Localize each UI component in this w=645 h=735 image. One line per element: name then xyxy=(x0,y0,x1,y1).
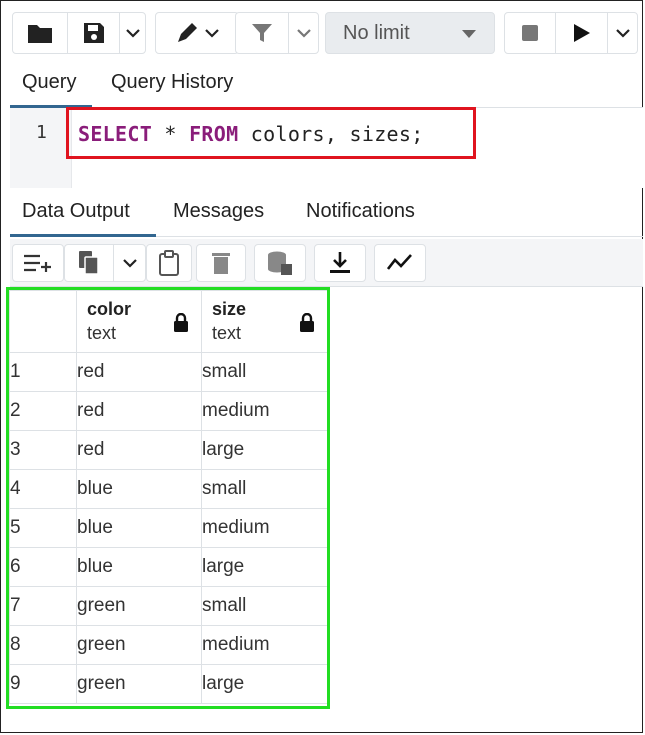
play-icon xyxy=(573,24,590,42)
save-options-dropdown[interactable] xyxy=(119,13,145,53)
copy-options-dropdown[interactable] xyxy=(113,244,146,282)
tab-messages[interactable]: Messages xyxy=(173,200,264,223)
copy-button[interactable] xyxy=(64,244,114,282)
output-toolbar xyxy=(10,239,643,287)
save-data-icon xyxy=(268,251,292,275)
editor-gutter: 1 xyxy=(10,108,72,188)
save-file-button[interactable] xyxy=(67,13,119,53)
execute-options-dropdown[interactable] xyxy=(607,13,637,53)
line-number: 1 xyxy=(36,122,47,143)
download-button[interactable] xyxy=(314,244,366,282)
chevron-down-icon xyxy=(205,29,219,38)
row-limit-value: No limit xyxy=(343,21,410,44)
chevron-down-icon xyxy=(125,29,140,38)
query-highlight-box xyxy=(66,107,476,159)
caret-down-icon xyxy=(462,30,476,38)
graph-icon xyxy=(387,254,412,270)
add-row-button[interactable] xyxy=(12,244,64,282)
open-file-button[interactable] xyxy=(13,13,67,53)
delete-icon xyxy=(212,253,230,274)
copy-icon xyxy=(79,251,99,275)
stop-button[interactable] xyxy=(505,13,555,53)
execute-button-group xyxy=(504,12,638,54)
main-toolbar: No limit xyxy=(12,12,638,54)
filter-options-dropdown[interactable] xyxy=(288,13,318,53)
query-tabs: Query Query History xyxy=(0,64,643,108)
filter-button[interactable] xyxy=(236,13,288,53)
add-row-icon xyxy=(24,254,51,272)
chevron-down-icon xyxy=(122,259,137,268)
paste-icon xyxy=(159,250,179,276)
tab-query-history[interactable]: Query History xyxy=(111,71,233,94)
graph-visualiser-button[interactable] xyxy=(374,244,426,282)
row-limit-select[interactable]: No limit xyxy=(325,12,495,54)
file-button-group xyxy=(12,12,146,54)
save-data-button[interactable] xyxy=(254,244,306,282)
save-icon xyxy=(83,23,104,43)
stop-icon xyxy=(522,25,538,41)
tab-data-output[interactable]: Data Output xyxy=(22,200,130,223)
tab-query[interactable]: Query xyxy=(22,71,76,94)
filter-button-group xyxy=(235,12,319,54)
paste-button[interactable] xyxy=(146,244,192,282)
chevron-down-icon xyxy=(615,29,630,38)
download-icon xyxy=(330,252,350,273)
execute-button[interactable] xyxy=(555,13,607,53)
folder-icon xyxy=(28,25,52,43)
pen-icon xyxy=(178,23,197,42)
filter-icon xyxy=(252,24,272,42)
active-tab-indicator xyxy=(10,234,156,237)
delete-button[interactable] xyxy=(196,244,246,282)
output-tabs: Data Output Messages Notifications xyxy=(0,190,643,237)
tab-notifications[interactable]: Notifications xyxy=(306,200,415,223)
chevron-down-icon xyxy=(296,29,311,38)
result-highlight-box xyxy=(6,287,330,709)
edit-button[interactable] xyxy=(155,12,239,54)
